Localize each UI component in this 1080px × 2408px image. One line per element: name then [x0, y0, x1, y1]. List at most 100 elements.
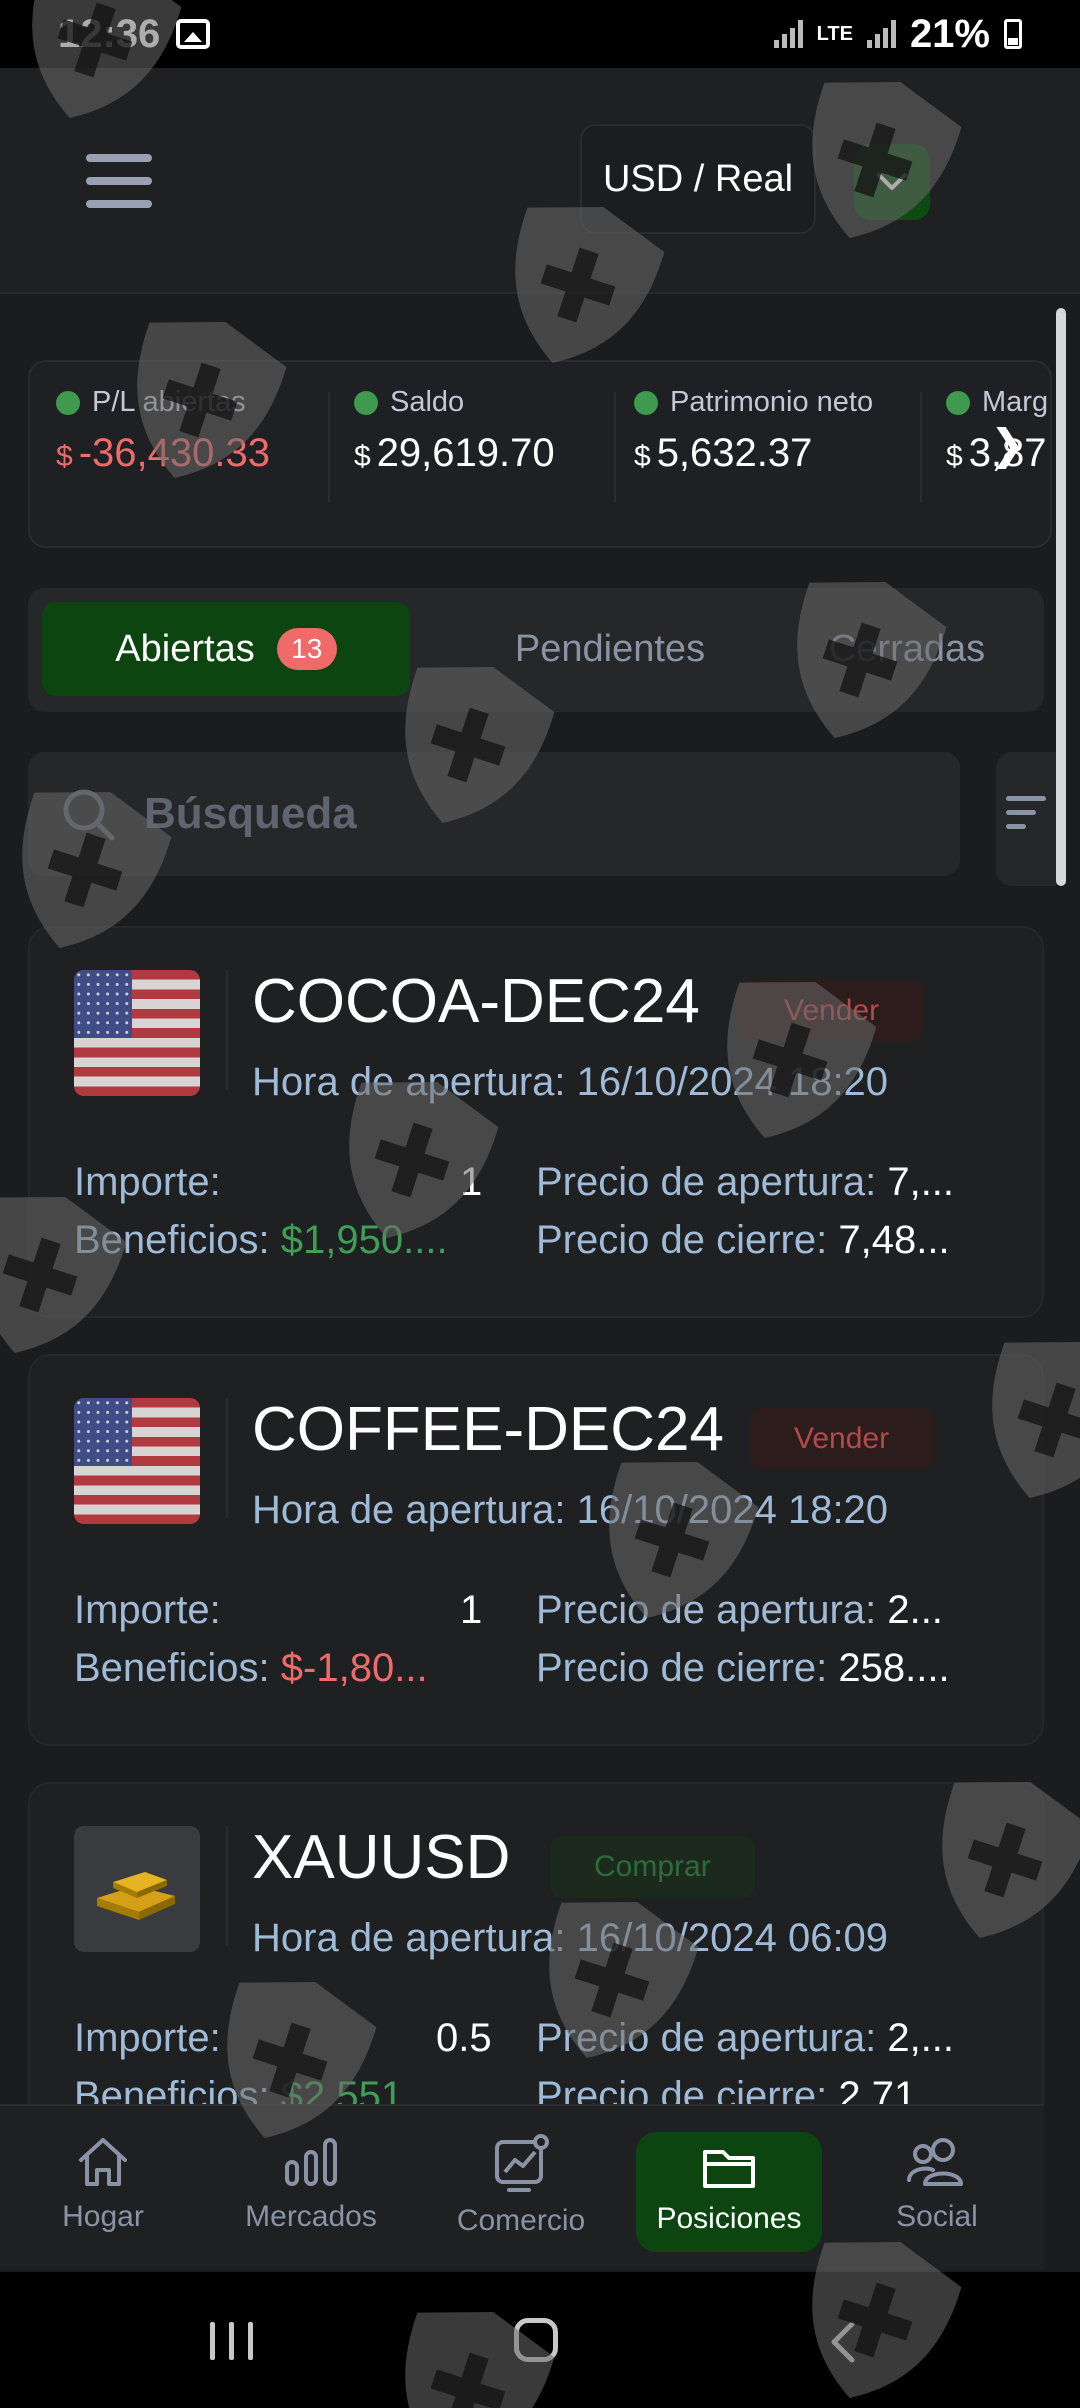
- battery-percent: 21%: [909, 11, 990, 56]
- chevron-right-icon[interactable]: ❯: [990, 420, 1025, 469]
- currency-symbol: $: [354, 440, 371, 473]
- tab-label: Pendientes: [514, 627, 706, 670]
- profit-label: Beneficios:: [74, 1646, 270, 1690]
- stat-open-pl: P/L abiertas $ -36,430.33: [56, 386, 270, 516]
- scrollbar[interactable]: [1056, 308, 1066, 886]
- positions-tabs: Abiertas 13 Pendientes Cerradas: [28, 588, 1044, 712]
- nav-markets[interactable]: Mercados: [218, 2132, 404, 2252]
- bottom-navigation: Hogar Mercados Comercio Posiciones Socia…: [0, 2104, 1044, 2270]
- open-price-label: Precio de apertura:: [536, 2016, 877, 2060]
- signal-icon: [773, 20, 803, 48]
- us-flag-icon: [74, 970, 200, 1096]
- tab-label: Abiertas: [115, 627, 255, 670]
- open-time: Hora de apertura: 16/10/2024 18:20: [252, 1488, 888, 1533]
- nav-social[interactable]: Social: [844, 2132, 1030, 2252]
- tab-open[interactable]: Abiertas 13: [42, 602, 410, 696]
- nav-label: Hogar: [62, 2200, 144, 2233]
- open-time-value: 16/10/2024 18:20: [576, 1488, 889, 1532]
- stat-label: Patrimonio neto: [670, 386, 874, 418]
- stat-label: Marg: [982, 386, 1049, 418]
- position-card[interactable]: COFFEE-DEC24 Vender Hora de apertura: 16…: [28, 1354, 1044, 1746]
- amount-label: Importe:: [74, 2016, 221, 2060]
- folder-icon: [703, 2150, 755, 2188]
- status-dot: [634, 390, 658, 415]
- users-icon: [907, 2138, 963, 2186]
- gold-bars-icon: [74, 1826, 200, 1952]
- position-symbol: COFFEE-DEC24: [252, 1395, 724, 1464]
- nav-positions[interactable]: Posiciones: [636, 2132, 822, 2252]
- amount-value: 1: [460, 1160, 483, 1204]
- currency-symbol: $: [946, 440, 963, 473]
- close-price-label: Precio de cierre:: [536, 1218, 828, 1262]
- network-type: LTE: [816, 23, 853, 45]
- account-selector-button[interactable]: USD / Real: [580, 124, 816, 234]
- filter-button[interactable]: [996, 752, 1056, 886]
- stat-value: 5,632.37: [656, 431, 813, 475]
- status-dot: [56, 390, 80, 415]
- battery-icon: [1004, 19, 1022, 49]
- home-button[interactable]: [514, 2318, 558, 2362]
- nav-label: Comercio: [456, 2204, 586, 2237]
- stat-balance: Saldo $29,619.70: [354, 386, 555, 516]
- profit-value: $-1,80...: [280, 1646, 428, 1690]
- close-price-value: 258....: [838, 1646, 950, 1690]
- profit-value: $1,950....: [280, 1218, 448, 1262]
- status-dot: [946, 390, 970, 415]
- account-stats-strip[interactable]: P/L abiertas $ -36,430.33 Saldo $29,619.7…: [28, 360, 1052, 548]
- stat-label: Saldo: [390, 386, 465, 418]
- nav-label: Mercados: [245, 2200, 377, 2233]
- menu-icon[interactable]: [86, 154, 152, 208]
- trade-chart-icon: [495, 2134, 549, 2192]
- amount-label: Importe:: [74, 1588, 221, 1632]
- tab-label: Cerradas: [828, 627, 986, 670]
- open-time-label: Hora de apertura:: [252, 1060, 566, 1104]
- open-price-value: 2,...: [887, 2016, 955, 2060]
- stat-value: -36,430.33: [78, 431, 270, 475]
- open-time: Hora de apertura: 16/10/2024 18:20: [252, 1060, 888, 1105]
- system-navigation-bar: [0, 2272, 1080, 2408]
- account-dropdown-button[interactable]: [854, 144, 930, 220]
- close-price-value: 7,48...: [838, 1218, 950, 1262]
- side-badge: Vender: [750, 1408, 934, 1470]
- recents-button[interactable]: [210, 2322, 253, 2360]
- count-badge: 13: [276, 628, 337, 670]
- open-time: Hora de apertura: 16/10/2024 06:09: [252, 1916, 888, 1961]
- nav-label: Posiciones: [656, 2202, 802, 2235]
- stat-label: P/L abiertas: [92, 386, 246, 418]
- profit-label: Beneficios:: [74, 1218, 270, 1262]
- search-icon: [63, 789, 115, 841]
- status-bar: 12:36 LTE 21%: [0, 0, 1080, 68]
- open-price-label: Precio de apertura:: [536, 1588, 877, 1632]
- tab-closed[interactable]: Cerradas: [772, 602, 1042, 696]
- search-input[interactable]: Búsqueda: [28, 752, 960, 876]
- nav-label: Social: [896, 2200, 978, 2233]
- currency-symbol: $: [634, 440, 651, 473]
- open-price-label: Precio de apertura:: [536, 1160, 877, 1204]
- open-time-value: 16/10/2024 06:09: [576, 1916, 889, 1960]
- position-card[interactable]: COCOA-DEC24 Vender Hora de apertura: 16/…: [28, 926, 1044, 1318]
- status-time: 12:36: [58, 11, 161, 56]
- amount-value: 0.5: [436, 2016, 492, 2060]
- side-badge: Vender: [740, 980, 924, 1042]
- nav-trade[interactable]: Comercio: [428, 2132, 614, 2252]
- gallery-icon: [176, 19, 211, 49]
- open-price-value: 7,...: [887, 1160, 955, 1204]
- position-symbol: COCOA-DEC24: [252, 967, 700, 1036]
- stat-equity: Patrimonio neto $5,632.37: [634, 386, 873, 516]
- open-time-label: Hora de apertura:: [252, 1916, 566, 1960]
- nav-home[interactable]: Hogar: [10, 2132, 196, 2252]
- stat-value: 29,619.70: [376, 431, 555, 475]
- tab-pending[interactable]: Pendientes: [442, 602, 778, 696]
- amount-value: 1: [460, 1588, 483, 1632]
- app-header: USD / Real: [0, 68, 1080, 294]
- amount-label: Importe:: [74, 1160, 221, 1204]
- bars-icon: [285, 2138, 337, 2186]
- open-time-value: 16/10/2024 18:20: [576, 1060, 889, 1104]
- back-icon[interactable]: [830, 2320, 856, 2364]
- chevron-down-icon: [877, 173, 907, 190]
- close-price-label: Precio de cierre:: [536, 1646, 828, 1690]
- us-flag-icon: [74, 1398, 200, 1524]
- search-placeholder: Búsqueda: [144, 789, 357, 838]
- side-badge: Comprar: [550, 1836, 755, 1898]
- open-time-label: Hora de apertura:: [252, 1488, 566, 1532]
